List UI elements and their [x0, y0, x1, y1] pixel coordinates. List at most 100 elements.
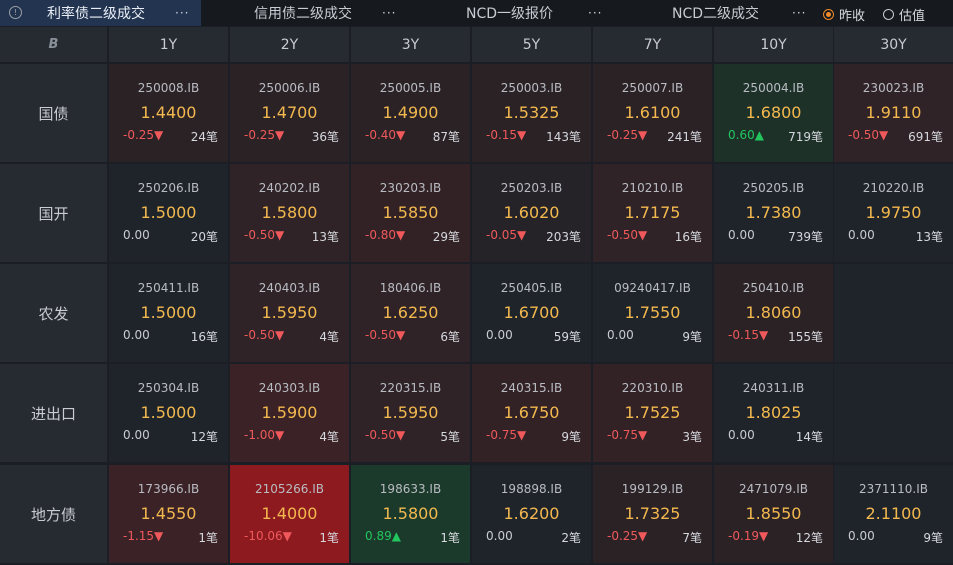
more-icon[interactable]: ··· — [175, 6, 189, 20]
quote-cell[interactable]: 250006.IB 1.4700 -0.25▼ 36笔 — [230, 64, 349, 162]
change-value: -0.25▼ — [607, 529, 648, 543]
bond-code: 220315.IB — [379, 381, 442, 395]
change-value: 0.00 — [123, 328, 150, 342]
yield-value: 1.6750 — [503, 403, 560, 422]
quote-cell[interactable]: 2371110.IB 2.1100 0.00 9笔 — [834, 465, 953, 563]
more-icon[interactable]: ··· — [382, 6, 396, 20]
trade-count: 24笔 — [190, 130, 218, 144]
quote-cell[interactable]: 250008.IB 1.4400 -0.25▼ 24笔 — [109, 64, 228, 162]
quote-cell[interactable]: 240311.IB 1.8025 0.00 14笔 — [714, 364, 833, 462]
tenor-header-7Y[interactable]: 7Y — [593, 27, 712, 62]
bond-code: 250005.IB — [379, 81, 442, 95]
quote-cell[interactable]: 09240417.IB 1.7550 0.00 9笔 — [593, 264, 712, 362]
yield-value: 1.5850 — [382, 203, 439, 222]
row-label: 进出口 — [0, 364, 107, 462]
tab-credit-bond[interactable]: 信用债二级成交 ··· — [204, 0, 407, 26]
trade-count: 3笔 — [682, 430, 702, 444]
yield-value: 1.9110 — [865, 103, 922, 122]
bond-code: 180406.IB — [379, 281, 442, 295]
quote-cell[interactable]: 173966.IB 1.4550 -1.15▼ 1笔 — [109, 465, 228, 563]
tenor-header-3Y[interactable]: 3Y — [351, 27, 470, 62]
yield-value: 1.6800 — [745, 103, 802, 122]
bond-code: 240311.IB — [742, 381, 805, 395]
change-value: -0.15▼ — [486, 128, 527, 142]
quote-cell[interactable]: 250205.IB 1.7380 0.00 739笔 — [714, 164, 833, 262]
quote-cell[interactable]: 250304.IB 1.5000 0.00 12笔 — [109, 364, 228, 462]
corner-header: B — [0, 27, 107, 62]
yield-value: 1.4000 — [261, 504, 318, 523]
radio-unselected-icon[interactable] — [883, 9, 894, 20]
quote-cell[interactable]: 250003.IB 1.5325 -0.15▼ 143笔 — [472, 64, 591, 162]
radio-selected-icon[interactable] — [823, 9, 834, 20]
change-value: -0.75▼ — [607, 428, 648, 442]
quote-cell[interactable]: 250410.IB 1.8060 -0.15▼ 155笔 — [714, 264, 833, 362]
change-value: -0.05▼ — [486, 228, 527, 242]
tenor-header-30Y[interactable]: 30Y — [834, 27, 953, 62]
trade-count: 16笔 — [674, 230, 702, 244]
quote-cell[interactable]: 2471079.IB 1.8550 -0.19▼ 12笔 — [714, 465, 833, 563]
change-value: 0.00 — [728, 228, 755, 242]
yield-value: 1.6100 — [624, 103, 681, 122]
more-icon[interactable]: ··· — [792, 6, 806, 20]
quote-cell[interactable]: 210220.IB 1.9750 0.00 13笔 — [834, 164, 953, 262]
bond-code: 220310.IB — [621, 381, 684, 395]
quote-cell[interactable]: 250007.IB 1.6100 -0.25▼ 241笔 — [593, 64, 712, 162]
quote-cell[interactable]: 240202.IB 1.5800 -0.50▼ 13笔 — [230, 164, 349, 262]
more-icon[interactable]: ··· — [588, 6, 602, 20]
trade-count: 9笔 — [682, 330, 702, 344]
quote-cell[interactable]: 198633.IB 1.5800 0.89▲ 1笔 — [351, 465, 470, 563]
tab-rate-bond[interactable]: ! 利率债二级成交 ··· — [0, 0, 201, 26]
change-value: 0.00 — [848, 228, 875, 242]
quote-cell[interactable]: 250206.IB 1.5000 0.00 20笔 — [109, 164, 228, 262]
trade-count: 203笔 — [546, 230, 581, 244]
quote-cell[interactable]: 250203.IB 1.6020 -0.05▼ 203笔 — [472, 164, 591, 262]
quote-cell[interactable]: 250004.IB 1.6800 0.60▲ 719笔 — [714, 64, 833, 162]
trade-count: 12笔 — [190, 430, 218, 444]
quote-cell[interactable]: 180406.IB 1.6250 -0.50▼ 6笔 — [351, 264, 470, 362]
change-value: 0.00 — [848, 529, 875, 543]
trade-count: 2笔 — [561, 531, 581, 545]
quote-cell[interactable]: 250005.IB 1.4900 -0.40▼ 87笔 — [351, 64, 470, 162]
quote-cell[interactable]: 198898.IB 1.6200 0.00 2笔 — [472, 465, 591, 563]
yield-value: 1.8025 — [745, 403, 802, 422]
tenor-header-2Y[interactable]: 2Y — [230, 27, 349, 62]
quote-cell[interactable]: 240315.IB 1.6750 -0.75▼ 9笔 — [472, 364, 591, 462]
trade-count: 9笔 — [923, 531, 943, 545]
bond-code: 198633.IB — [379, 482, 442, 496]
quote-cell[interactable]: 230023.IB 1.9110 -0.50▼ 691笔 — [834, 64, 953, 162]
radio-valuation[interactable]: 估值 — [883, 5, 925, 24]
tenor-header-10Y[interactable]: 10Y — [714, 27, 833, 62]
trade-count: 739笔 — [788, 230, 823, 244]
trade-count: 719笔 — [788, 130, 823, 144]
bond-code: 250206.IB — [137, 181, 200, 195]
trade-count: 12笔 — [795, 531, 823, 545]
tab-ncd-primary[interactable]: NCD一级报价 ··· — [410, 0, 610, 26]
change-value: -0.25▼ — [123, 128, 164, 142]
change-value: 0.00 — [123, 428, 150, 442]
info-icon[interactable]: ! — [9, 6, 22, 19]
yield-value: 1.4400 — [140, 103, 197, 122]
quote-cell[interactable]: 250405.IB 1.6700 0.00 59笔 — [472, 264, 591, 362]
quote-cell[interactable]: 220315.IB 1.5950 -0.50▼ 5笔 — [351, 364, 470, 462]
quote-cell[interactable]: 220310.IB 1.7525 -0.75▼ 3笔 — [593, 364, 712, 462]
tenor-header-5Y[interactable]: 5Y — [472, 27, 591, 62]
tab-ncd-secondary[interactable]: NCD二级成交 ··· — [614, 0, 814, 26]
radio-prev-close[interactable]: 昨收 — [823, 5, 865, 24]
quote-cell[interactable]: 240303.IB 1.5900 -1.00▼ 4笔 — [230, 364, 349, 462]
bond-code: 250405.IB — [500, 281, 563, 295]
trade-count: 5笔 — [440, 430, 460, 444]
quote-cell[interactable]: 210210.IB 1.7175 -0.50▼ 16笔 — [593, 164, 712, 262]
change-value: 0.00 — [728, 428, 755, 442]
bond-code: 199129.IB — [621, 482, 684, 496]
quote-cell[interactable]: 240403.IB 1.5950 -0.50▼ 4笔 — [230, 264, 349, 362]
quote-cell[interactable]: 230203.IB 1.5850 -0.80▼ 29笔 — [351, 164, 470, 262]
bond-code: 250006.IB — [258, 81, 321, 95]
quote-cell[interactable]: 2105266.IB 1.4000 -10.06▼ 1笔 — [230, 465, 349, 563]
trade-count: 20笔 — [190, 230, 218, 244]
bond-code: 250205.IB — [742, 181, 805, 195]
quote-cell[interactable]: 250411.IB 1.5000 0.00 16笔 — [109, 264, 228, 362]
change-value: -0.50▼ — [848, 128, 889, 142]
quote-cell[interactable]: 199129.IB 1.7325 -0.25▼ 7笔 — [593, 465, 712, 563]
row-label: 地方债 — [0, 465, 107, 563]
tenor-header-1Y[interactable]: 1Y — [109, 27, 228, 62]
